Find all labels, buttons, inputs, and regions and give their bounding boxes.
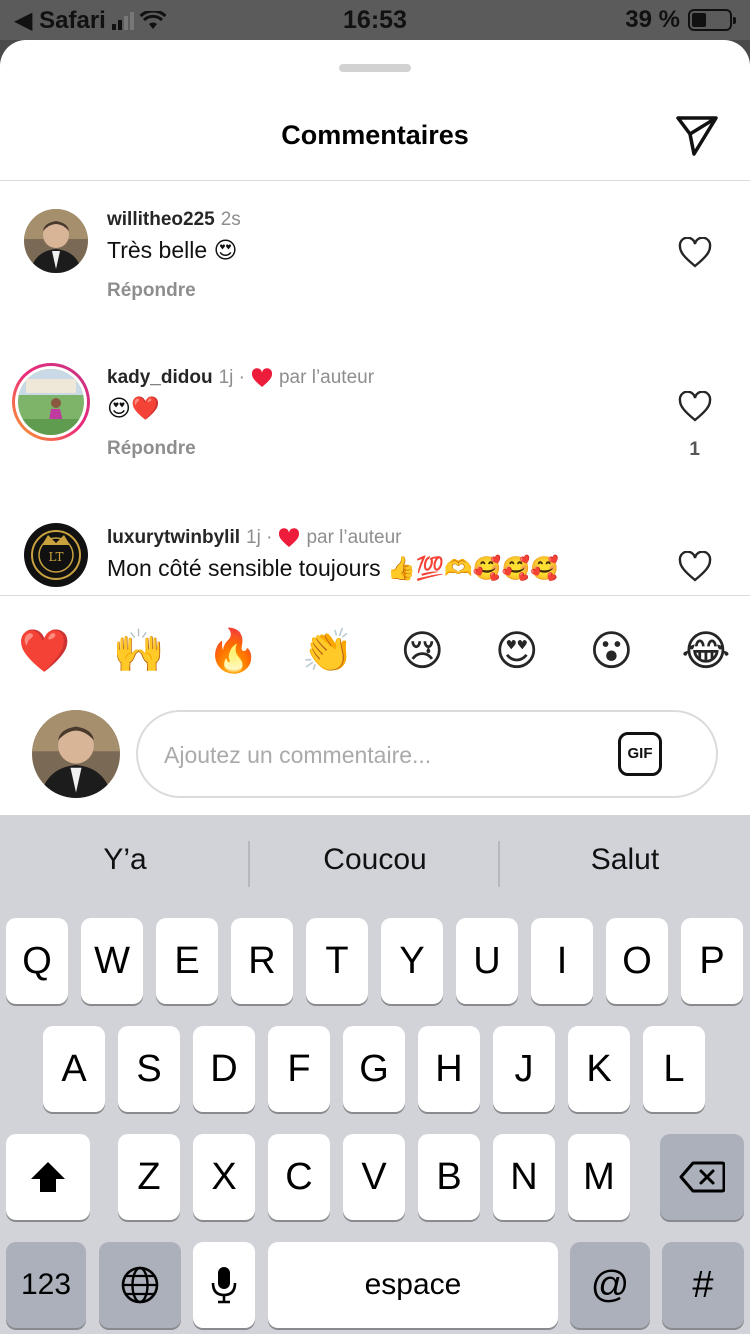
comment-username[interactable]: willitheo225 bbox=[107, 209, 215, 231]
comment-username[interactable]: luxurytwinbylil bbox=[107, 527, 240, 549]
comment-time: 2s bbox=[220, 209, 241, 230]
key-f[interactable]: F bbox=[268, 1026, 330, 1112]
quick-reaction-bar: ❤️ 🙌 🔥 👏 😢 😍 😮 😂 bbox=[18, 625, 732, 677]
emoji-fire[interactable]: 🔥 bbox=[207, 625, 259, 677]
key-v[interactable]: V bbox=[343, 1134, 405, 1220]
at-key[interactable]: @ bbox=[570, 1242, 650, 1328]
key-z[interactable]: Z bbox=[118, 1134, 180, 1220]
status-bar: ◀ Safari 16:53 39 % bbox=[0, 0, 750, 40]
share-send-icon[interactable] bbox=[672, 110, 720, 158]
keyboard: Y’a Coucou Salut Q W E R T Y U I O P A S… bbox=[0, 815, 750, 1334]
emoji-tears-of-joy[interactable]: 😂 bbox=[680, 625, 732, 677]
comment-input[interactable] bbox=[164, 732, 604, 778]
key-p[interactable]: P bbox=[681, 918, 743, 1004]
hash-key[interactable]: # bbox=[662, 1242, 744, 1328]
comment-composer: GIF bbox=[136, 710, 718, 798]
emoji-divider bbox=[0, 595, 750, 596]
shift-key[interactable] bbox=[6, 1134, 90, 1220]
suggestion-item[interactable]: Coucou bbox=[250, 843, 500, 877]
emoji-clapping-hands[interactable]: 👏 bbox=[302, 625, 354, 677]
emoji-crying-face[interactable]: 😢 bbox=[396, 625, 448, 677]
reply-button[interactable]: Répondre bbox=[107, 280, 660, 302]
key-e[interactable]: E bbox=[156, 918, 218, 1004]
emoji-red-heart[interactable]: ❤️ bbox=[18, 625, 70, 677]
comment-username[interactable]: kady_didou bbox=[107, 367, 213, 389]
comment-text: Très belle 😍 bbox=[107, 237, 238, 263]
space-key[interactable]: espace bbox=[268, 1242, 558, 1328]
comment-item: LT luxurytwinbylil 1j · par l’auteur Mon… bbox=[0, 501, 750, 595]
reply-button[interactable]: Répondre bbox=[107, 438, 660, 460]
key-w[interactable]: W bbox=[81, 918, 143, 1004]
avatar[interactable] bbox=[24, 209, 88, 273]
globe-icon bbox=[121, 1266, 159, 1304]
like-count: 1 bbox=[689, 439, 700, 460]
emoji-heart-eyes[interactable]: 😍 bbox=[491, 625, 543, 677]
heart-outline-icon[interactable] bbox=[678, 237, 712, 269]
key-x[interactable]: X bbox=[193, 1134, 255, 1220]
comment-item: kady_didou 1j · par l’auteur 😍❤️ Répondr… bbox=[0, 341, 750, 501]
key-u[interactable]: U bbox=[456, 918, 518, 1004]
avatar-story-ring[interactable] bbox=[12, 363, 90, 441]
sheet-title: Commentaires bbox=[281, 120, 469, 150]
comment-text: Mon côté sensible toujours 👍💯🫶🥰🥰🥰 bbox=[107, 555, 559, 581]
key-s[interactable]: S bbox=[118, 1026, 180, 1112]
backspace-icon bbox=[679, 1161, 725, 1193]
key-c[interactable]: C bbox=[268, 1134, 330, 1220]
emoji-raising-hands[interactable]: 🙌 bbox=[113, 625, 165, 677]
key-l[interactable]: L bbox=[643, 1026, 705, 1112]
suggestion-item[interactable]: Y’a bbox=[0, 843, 250, 877]
key-y[interactable]: Y bbox=[381, 918, 443, 1004]
sheet-grabber[interactable] bbox=[339, 64, 411, 72]
key-a[interactable]: A bbox=[43, 1026, 105, 1112]
shift-arrow-icon bbox=[31, 1162, 65, 1192]
key-n[interactable]: N bbox=[493, 1134, 555, 1220]
key-d[interactable]: D bbox=[193, 1026, 255, 1112]
battery-percent: 39 % bbox=[625, 6, 680, 33]
key-t[interactable]: T bbox=[306, 918, 368, 1004]
comment-time: 1j · bbox=[246, 527, 273, 548]
globe-key[interactable] bbox=[99, 1242, 181, 1328]
key-m[interactable]: M bbox=[568, 1134, 630, 1220]
emoji-surprised-face[interactable]: 😮 bbox=[585, 625, 637, 677]
battery-status: 39 % bbox=[625, 6, 736, 34]
key-k[interactable]: K bbox=[568, 1026, 630, 1112]
my-avatar bbox=[32, 710, 120, 798]
heart-outline-icon[interactable] bbox=[678, 391, 712, 423]
comment-text: 😍❤️ bbox=[107, 395, 160, 421]
avatar[interactable]: LT bbox=[24, 523, 88, 587]
key-o[interactable]: O bbox=[606, 918, 668, 1004]
numbers-key[interactable]: 123 bbox=[6, 1242, 86, 1328]
backspace-key[interactable] bbox=[660, 1134, 744, 1220]
key-g[interactable]: G bbox=[343, 1026, 405, 1112]
heart-outline-icon[interactable] bbox=[678, 551, 712, 583]
author-liked-label: par l’auteur bbox=[278, 367, 375, 388]
key-r[interactable]: R bbox=[231, 918, 293, 1004]
key-i[interactable]: I bbox=[531, 918, 593, 1004]
comments-sheet: Commentaires willitheo225 2s Très belle … bbox=[0, 40, 750, 815]
author-heart-icon bbox=[251, 368, 273, 387]
suggestion-item[interactable]: Salut bbox=[500, 843, 750, 877]
comments-list[interactable]: willitheo225 2s Très belle 😍 Répondre ka… bbox=[0, 181, 750, 595]
microphone-icon bbox=[211, 1267, 237, 1304]
author-heart-icon bbox=[279, 528, 300, 547]
key-h[interactable]: H bbox=[418, 1026, 480, 1112]
author-liked-label: par l’auteur bbox=[306, 527, 402, 548]
key-b[interactable]: B bbox=[418, 1134, 480, 1220]
battery-icon bbox=[688, 9, 736, 31]
comment-item: willitheo225 2s Très belle 😍 Répondre bbox=[0, 181, 750, 341]
key-q[interactable]: Q bbox=[6, 918, 68, 1004]
gif-button[interactable]: GIF bbox=[618, 732, 662, 776]
comment-time: 1j · bbox=[218, 367, 245, 388]
key-j[interactable]: J bbox=[493, 1026, 555, 1112]
dictation-key[interactable] bbox=[193, 1242, 255, 1328]
svg-text:LT: LT bbox=[49, 550, 64, 564]
predictive-bar: Y’a Coucou Salut bbox=[0, 815, 750, 911]
